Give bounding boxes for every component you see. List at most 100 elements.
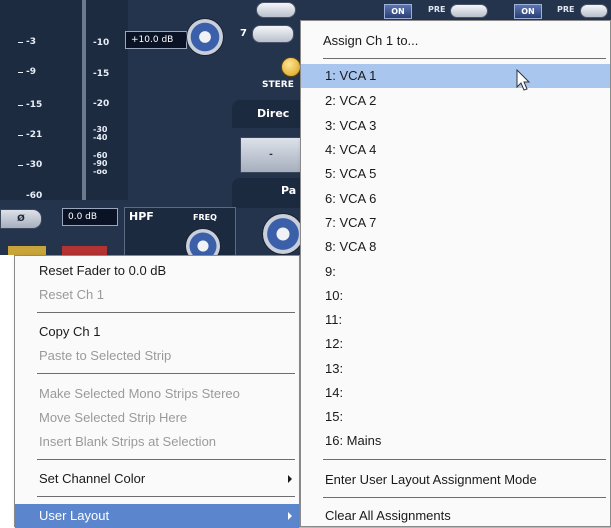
- menu-item-label: Move Selected Strip Here: [39, 410, 188, 425]
- pre-toggle[interactable]: [580, 4, 608, 18]
- meter-bar: [82, 0, 86, 200]
- insert-button[interactable]: [252, 25, 294, 43]
- scale-tick: [18, 105, 23, 106]
- submenu-item-label: 7: VCA 7: [325, 215, 377, 230]
- submenu-item-label: 12:: [325, 336, 344, 351]
- submenu-item-vca-7[interactable]: 7: VCA 7: [301, 211, 610, 235]
- scale-label-right: -oo: [93, 167, 108, 176]
- freq-label: FREQ: [193, 213, 217, 222]
- menu-item-label: Insert Blank Strips at Selection: [39, 434, 217, 449]
- mouse-pointer-icon: [516, 69, 531, 91]
- menu-item-set-channel-color[interactable]: Set Channel Color: [15, 467, 299, 491]
- submenu-item-label: 5: VCA 5: [325, 166, 377, 181]
- submenu-item-vca-5[interactable]: 5: VCA 5: [301, 162, 610, 186]
- gain-knob[interactable]: [186, 18, 224, 56]
- menu-item-copy-channel[interactable]: Copy Ch 1: [15, 320, 299, 344]
- submenu-item-label: 6: VCA 6: [325, 191, 377, 206]
- submenu-item-14[interactable]: 14:: [301, 381, 610, 405]
- submenu-item-label: Clear All Assignments: [325, 508, 451, 523]
- menu-separator: [323, 497, 606, 498]
- menu-item-label: Make Selected Mono Strips Stereo: [39, 386, 240, 401]
- submenu-item-clear-all[interactable]: Clear All Assignments: [301, 504, 610, 528]
- submenu-item-label: 16: Mains: [325, 433, 382, 448]
- submenu-item-vca-2[interactable]: 2: VCA 2: [301, 89, 610, 113]
- menu-item-label: Reset Ch 1: [39, 287, 105, 302]
- submenu-item-15[interactable]: 15:: [301, 405, 610, 429]
- pan-knob[interactable]: [262, 213, 300, 255]
- submenu-item-label: 3: VCA 3: [325, 118, 377, 133]
- scale-label-right: -40: [93, 133, 108, 142]
- submenu-item-vca-8[interactable]: 8: VCA 8: [301, 235, 610, 259]
- submenu-item-10[interactable]: 10:: [301, 284, 610, 308]
- menu-item-reset-fader[interactable]: Reset Fader to 0.0 dB: [15, 259, 299, 283]
- fader-display: 0.0 dB: [62, 208, 118, 226]
- submenu-item-enter-assignment-mode[interactable]: Enter User Layout Assignment Mode: [301, 468, 610, 492]
- polarity-button[interactable]: Ø: [0, 209, 42, 229]
- submenu-arrow-icon: [288, 512, 292, 520]
- stereo-link-led[interactable]: [281, 57, 301, 77]
- direct-out-button[interactable]: -: [240, 137, 300, 173]
- submenu-title-label: Assign Ch 1 to...: [323, 33, 419, 48]
- user-layout-submenu: Assign Ch 1 to... 1: VCA 1 2: VCA 2 3: V…: [300, 20, 611, 527]
- scale-tick: [18, 135, 23, 136]
- scale-label-right: -90: [93, 159, 108, 168]
- scale-tick: [18, 72, 23, 73]
- pan-label: Pa: [232, 178, 300, 208]
- on-button[interactable]: ON: [384, 4, 412, 19]
- scale-tick: [18, 165, 23, 166]
- submenu-item-label: Enter User Layout Assignment Mode: [325, 472, 537, 487]
- scale-label-right: -20: [93, 99, 110, 109]
- submenu-item-label: 13:: [325, 361, 344, 376]
- scale-label-right: -10: [93, 38, 110, 48]
- submenu-item-mains[interactable]: 16: Mains: [301, 429, 610, 453]
- pre-toggle[interactable]: [450, 4, 488, 18]
- pre-label: PRE: [557, 5, 575, 14]
- hpf-section: HPF FREQ: [124, 207, 236, 255]
- menu-separator: [37, 312, 295, 313]
- submenu-item-vca-4[interactable]: 4: VCA 4: [301, 138, 610, 162]
- color-swatch: [8, 246, 46, 255]
- gain-display: +10.0 dB: [125, 31, 187, 49]
- submenu-item-12[interactable]: 12:: [301, 332, 610, 356]
- scale-label-left: -60: [26, 191, 43, 201]
- hpf-freq-knob[interactable]: [185, 228, 221, 255]
- submenu-item-label: 9:: [325, 264, 336, 279]
- submenu-item-11[interactable]: 11:: [301, 308, 610, 332]
- submenu-item-label: 4: VCA 4: [325, 142, 377, 157]
- menu-item-label: Set Channel Color: [39, 471, 146, 486]
- menu-item-user-layout[interactable]: User Layout: [15, 504, 299, 528]
- menu-separator: [37, 459, 295, 460]
- menu-item-label: Copy Ch 1: [39, 324, 101, 339]
- on-button[interactable]: ON: [514, 4, 542, 19]
- menu-item-insert-blank[interactable]: Insert Blank Strips at Selection: [15, 430, 299, 454]
- scale-label-right: -30: [93, 125, 108, 134]
- submenu-item-vca-1[interactable]: 1: VCA 1: [301, 64, 610, 88]
- submenu-item-label: 1: VCA 1: [325, 68, 377, 83]
- scale-tick: [18, 42, 23, 43]
- submenu-item-9[interactable]: 9:: [301, 260, 610, 284]
- context-menu: Reset Fader to 0.0 dB Reset Ch 1 Copy Ch…: [14, 255, 300, 528]
- menu-separator: [323, 58, 606, 59]
- menu-item-label: Reset Fader to 0.0 dB: [39, 263, 167, 278]
- menu-item-paste-selected[interactable]: Paste to Selected Strip: [15, 344, 299, 368]
- submenu-item-label: 2: VCA 2: [325, 93, 377, 108]
- submenu-title: Assign Ch 1 to...: [301, 29, 610, 53]
- top-button[interactable]: [256, 2, 296, 18]
- scale-label-left: -9: [26, 67, 36, 77]
- submenu-arrow-icon: [288, 475, 292, 483]
- stereo-label: STERE: [262, 80, 294, 90]
- submenu-item-label: 8: VCA 8: [325, 239, 377, 254]
- submenu-item-label: 10:: [325, 288, 344, 303]
- submenu-item-13[interactable]: 13:: [301, 357, 610, 381]
- menu-item-move-strip[interactable]: Move Selected Strip Here: [15, 406, 299, 430]
- direct-out-label: Direc: [232, 100, 300, 128]
- submenu-item-vca-3[interactable]: 3: VCA 3: [301, 114, 610, 138]
- submenu-item-label: 11:: [325, 312, 343, 327]
- submenu-item-label: 14:: [325, 385, 344, 400]
- pre-label: PRE: [428, 5, 446, 14]
- menu-separator: [37, 373, 295, 374]
- submenu-item-vca-6[interactable]: 6: VCA 6: [301, 187, 610, 211]
- menu-item-reset-channel[interactable]: Reset Ch 1: [15, 283, 299, 307]
- menu-separator: [37, 496, 295, 497]
- menu-item-make-stereo[interactable]: Make Selected Mono Strips Stereo: [15, 382, 299, 406]
